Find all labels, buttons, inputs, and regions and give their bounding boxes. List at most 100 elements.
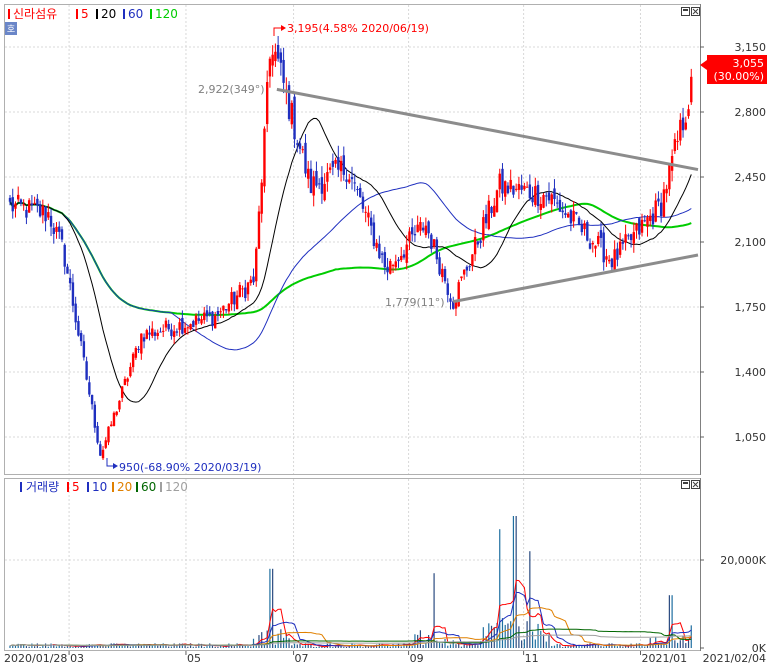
- candle-body: [487, 200, 490, 229]
- candle-body: [419, 221, 422, 231]
- side-button[interactable]: 호: [5, 22, 17, 35]
- candle-body: [673, 139, 677, 152]
- candle-body: [402, 254, 406, 258]
- candle-body: [25, 209, 28, 218]
- candle-body: [148, 332, 151, 335]
- candle-body: [490, 206, 493, 214]
- candle-body: [244, 287, 247, 299]
- candle-body: [616, 248, 619, 260]
- candle-body: [558, 199, 562, 212]
- candle-body: [424, 225, 428, 236]
- candle-body: [495, 190, 499, 213]
- candle-body: [123, 378, 127, 386]
- price-legend-ma120: 120: [155, 7, 178, 21]
- price-legend-ma60: 60: [128, 7, 143, 21]
- candle-body: [380, 253, 384, 255]
- candle-body: [260, 182, 263, 214]
- volume-panel-maximize-button[interactable]: [681, 480, 690, 489]
- candle-body: [156, 332, 159, 336]
- x-tick-label: 09: [410, 652, 424, 665]
- candle-body: [375, 242, 378, 248]
- candle-body: [301, 149, 304, 151]
- candle-body: [233, 291, 236, 305]
- candle-body: [493, 205, 496, 217]
- candle-body: [394, 261, 397, 268]
- price-legend-ma20: 20: [101, 7, 116, 21]
- candle-body: [597, 236, 600, 245]
- candle-body: [339, 160, 343, 172]
- candle-body: [276, 44, 280, 59]
- candle-body: [405, 244, 408, 263]
- candle-body: [101, 449, 105, 459]
- candle-body: [214, 315, 217, 329]
- candle-body: [252, 276, 255, 283]
- candle-body: [22, 204, 25, 206]
- candle-body: [668, 163, 671, 190]
- candle-body: [367, 212, 370, 218]
- candle-body: [99, 444, 102, 456]
- candle-body: [296, 143, 299, 145]
- candle-body: [271, 54, 274, 66]
- current-price-change: (30.00%): [713, 70, 764, 83]
- candle-body: [328, 167, 332, 170]
- candle-body: [684, 122, 687, 130]
- candle-body: [676, 141, 679, 143]
- x-tick-label: 11: [525, 652, 539, 665]
- candle-body: [659, 202, 663, 217]
- candle-body: [386, 266, 389, 273]
- candle-body: [317, 183, 321, 185]
- candle-body: [33, 202, 36, 204]
- candle-body: [263, 128, 266, 187]
- candle-body: [304, 142, 307, 174]
- candle-body: [93, 404, 97, 428]
- candle-body: [36, 198, 39, 206]
- candle-body: [432, 239, 436, 247]
- volume-legend-ma5: 5: [72, 480, 80, 494]
- candle-body: [421, 227, 425, 231]
- candle-body: [482, 217, 485, 241]
- candle-body: [441, 268, 444, 278]
- candle-body: [547, 192, 551, 201]
- candle-body: [222, 305, 225, 311]
- candle-body: [126, 378, 129, 382]
- price-panel-maximize-button[interactable]: [681, 7, 690, 16]
- x-tick-label: 07: [295, 652, 309, 665]
- candle-body: [257, 211, 261, 249]
- price-tick-label: 1,750: [735, 301, 767, 314]
- candle-body: [178, 322, 181, 330]
- candle-body: [553, 188, 556, 200]
- x-tick-label: 05: [187, 652, 201, 665]
- volume-panel-close-button[interactable]: [691, 480, 700, 489]
- price-panel-close-button[interactable]: [691, 7, 700, 16]
- candle-body: [588, 243, 592, 249]
- candle-body: [413, 233, 417, 236]
- candle-body: [545, 195, 548, 197]
- candle-body: [397, 259, 400, 262]
- candle-body: [408, 231, 411, 242]
- candle-body: [512, 185, 515, 195]
- candle-body: [337, 157, 340, 170]
- candle-body: [542, 194, 545, 208]
- candle-body: [145, 330, 148, 339]
- candle-body: [457, 282, 460, 307]
- price-tick-label: 1,400: [735, 366, 767, 379]
- candle-body: [383, 252, 387, 268]
- candle-body: [569, 210, 573, 224]
- volume-legend-name: 거래량: [26, 480, 59, 494]
- candle-body: [378, 243, 381, 259]
- low-annotation: 950(-68.90% 2020/03/19): [106, 458, 261, 474]
- candle-body: [38, 204, 42, 217]
- candle-body: [129, 366, 132, 377]
- candle-body: [353, 182, 356, 184]
- candle-body: [90, 394, 94, 405]
- candle-body: [643, 220, 646, 222]
- candle-body: [657, 198, 660, 202]
- candle-body: [79, 333, 83, 342]
- candle-body: [561, 210, 564, 213]
- candle-body: [369, 217, 373, 226]
- price-y-ticks: 3,150 2,800 2,450 2,100 1,750 1,400 1,050: [700, 41, 766, 444]
- candle-body: [115, 411, 118, 415]
- candle-body: [298, 143, 302, 149]
- candle-body: [350, 177, 354, 180]
- candle-body: [241, 288, 244, 290]
